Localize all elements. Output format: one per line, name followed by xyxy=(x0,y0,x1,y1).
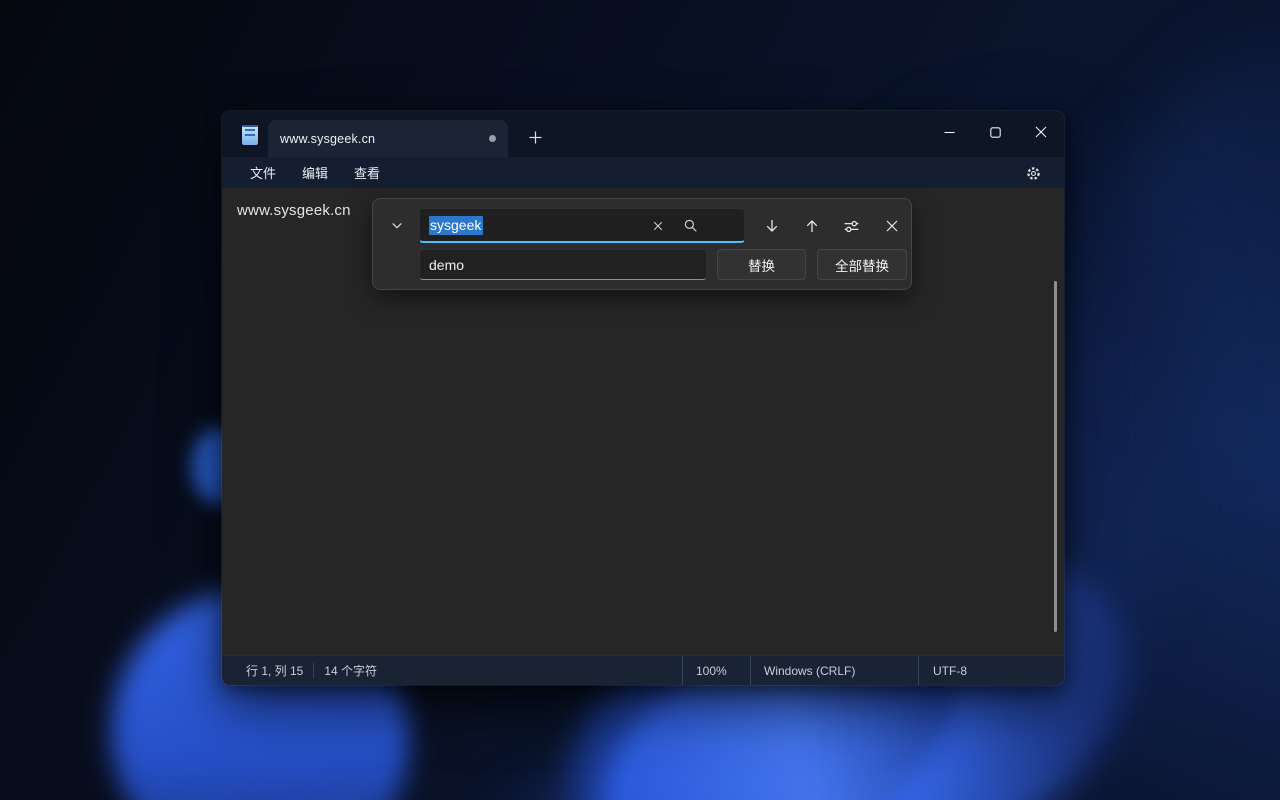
settings-button[interactable] xyxy=(1016,160,1050,186)
editor-area[interactable]: www.sysgeek.cn sysgeek xyxy=(222,188,1064,655)
find-row: sysgeek xyxy=(373,208,911,244)
gear-icon xyxy=(1025,165,1042,182)
titlebar[interactable]: www.sysgeek.cn xyxy=(222,111,1064,157)
zoom-level[interactable]: 100% xyxy=(682,656,750,685)
tab-document[interactable]: www.sysgeek.cn xyxy=(268,120,508,157)
notepad-icon xyxy=(239,123,261,147)
cursor-position: 行 1, 列 15 xyxy=(222,656,313,685)
scrollbar-thumb[interactable] xyxy=(1054,281,1057,632)
minimize-icon xyxy=(944,127,955,138)
maximize-icon xyxy=(990,127,1001,138)
search-button[interactable] xyxy=(677,213,703,238)
character-count: 14 个字符 xyxy=(314,656,389,685)
search-icon xyxy=(683,218,698,233)
menubar: 文件 编辑 查看 xyxy=(222,157,1064,188)
vertical-scrollbar[interactable] xyxy=(1048,188,1062,655)
statusbar-right: 100% Windows (CRLF) UTF-8 xyxy=(682,656,1064,685)
find-input-selected-text: sysgeek xyxy=(429,216,483,235)
replace-all-button[interactable]: 全部替换 xyxy=(817,249,907,280)
tune-options-icon xyxy=(843,218,860,235)
notepad-window: www.sysgeek.cn xyxy=(222,111,1064,685)
find-previous-button[interactable] xyxy=(797,212,826,240)
close-x-icon xyxy=(885,219,899,233)
find-next-button[interactable] xyxy=(757,212,786,240)
menu-edit[interactable]: 编辑 xyxy=(289,159,341,186)
replace-input-text: demo xyxy=(429,257,464,273)
close-icon xyxy=(1035,126,1047,138)
encoding[interactable]: UTF-8 xyxy=(918,656,1064,685)
clear-x-icon xyxy=(652,220,664,232)
chevron-down-icon xyxy=(390,219,404,233)
caption-buttons xyxy=(926,111,1064,153)
document-text: www.sysgeek.cn xyxy=(237,202,351,219)
unsaved-indicator-dot xyxy=(489,135,496,142)
plus-icon xyxy=(528,130,543,145)
close-find-button[interactable] xyxy=(877,212,906,240)
statusbar: 行 1, 列 15 14 个字符 100% Windows (CRLF) UTF… xyxy=(222,655,1064,685)
arrow-down-icon xyxy=(764,218,780,234)
arrow-up-icon xyxy=(804,218,820,234)
collapse-replace-button[interactable] xyxy=(382,212,411,240)
menu-view[interactable]: 查看 xyxy=(341,159,393,186)
minimize-button[interactable] xyxy=(926,111,972,153)
maximize-button[interactable] xyxy=(972,111,1018,153)
clear-search-button[interactable] xyxy=(645,213,671,238)
new-tab-button[interactable] xyxy=(518,120,552,154)
find-replace-dialog: sysgeek xyxy=(372,198,912,290)
find-options-button[interactable] xyxy=(837,212,866,240)
replace-row: demo 替换 全部替换 xyxy=(373,249,911,281)
menu-file[interactable]: 文件 xyxy=(237,159,289,186)
line-ending[interactable]: Windows (CRLF) xyxy=(750,656,918,685)
replace-input[interactable]: demo xyxy=(419,249,707,280)
close-button[interactable] xyxy=(1018,111,1064,153)
tab-title: www.sysgeek.cn xyxy=(280,132,375,146)
replace-button[interactable]: 替换 xyxy=(717,249,806,280)
